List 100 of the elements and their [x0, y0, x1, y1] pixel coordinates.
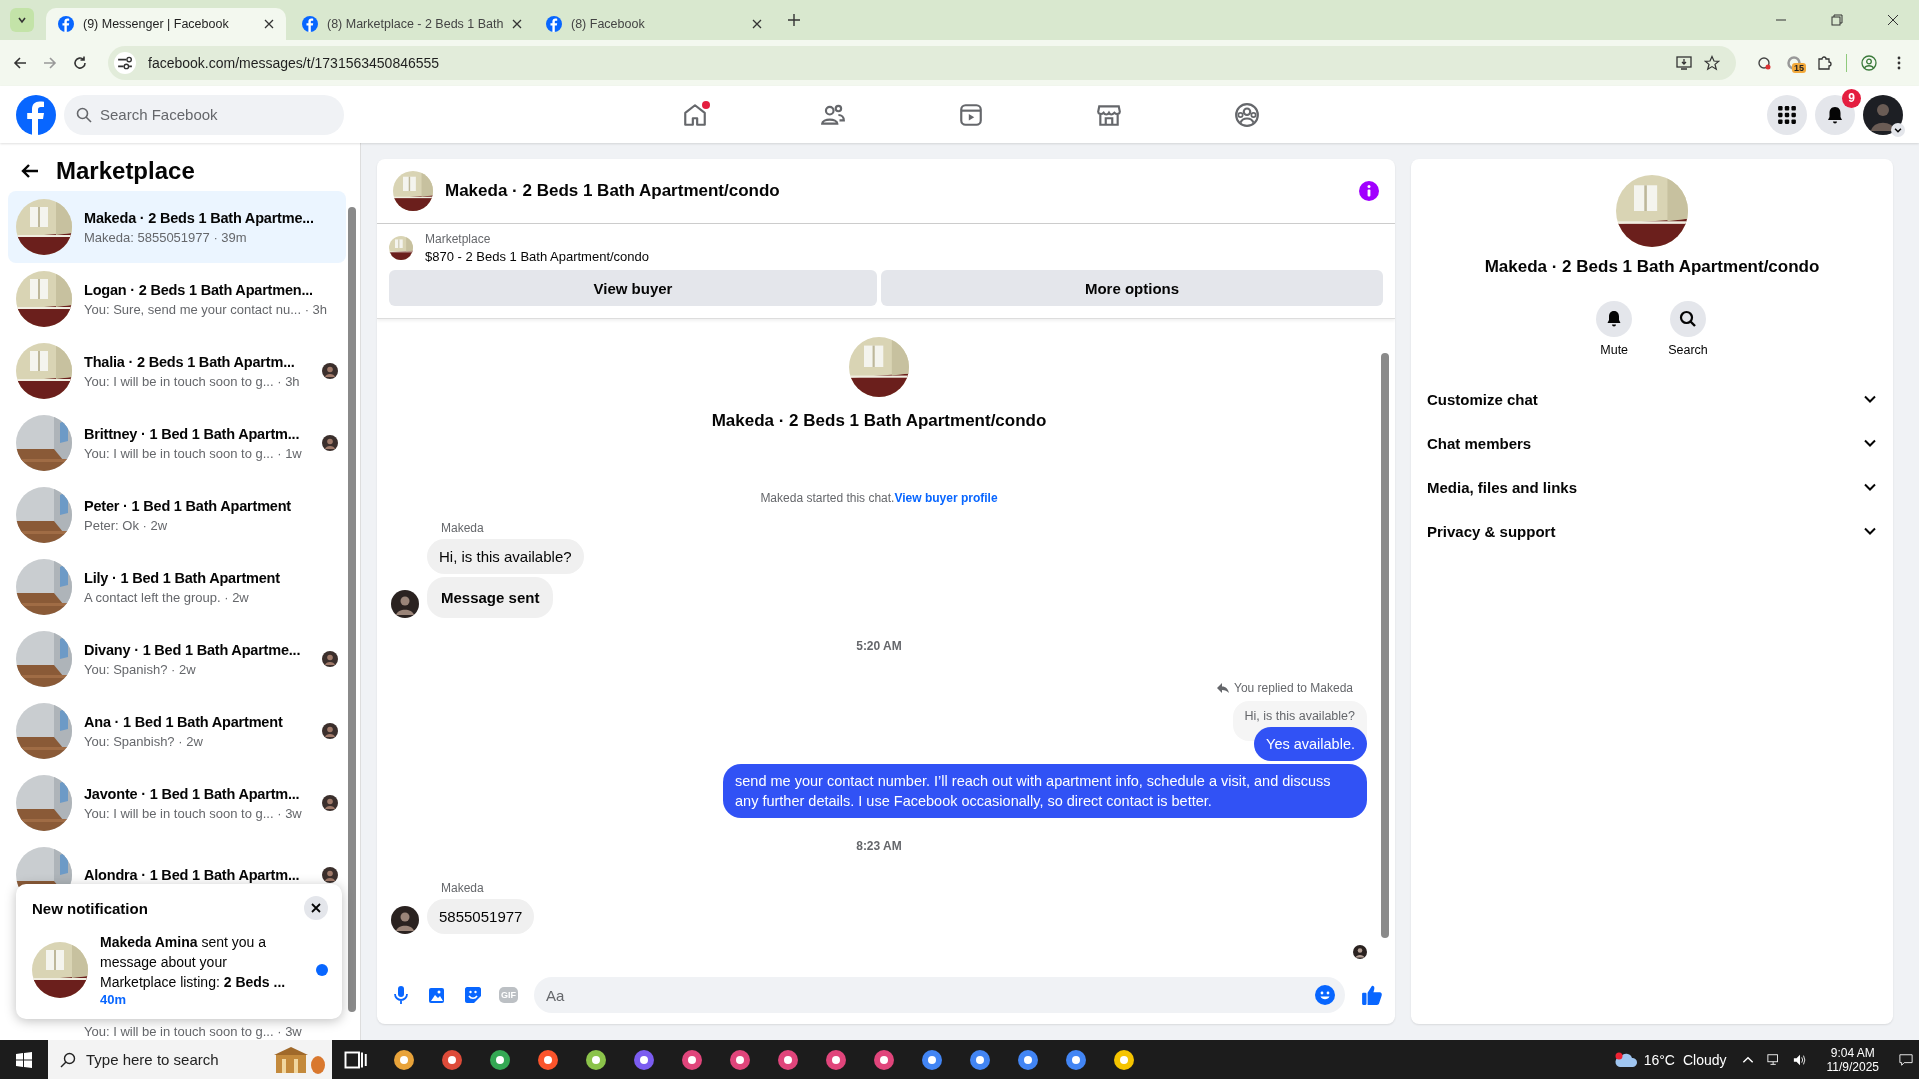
message-preview: You: I will be in touch soon to g... · 3w: [84, 805, 303, 821]
action-button[interactable]: View buyer: [389, 270, 877, 306]
reply-icon: [1216, 682, 1230, 694]
collapsible-section[interactable]: Customize chat: [1427, 377, 1877, 421]
bookmark-star-icon[interactable]: [1704, 55, 1720, 71]
view-profile-link[interactable]: View buyer profile: [894, 491, 998, 505]
volume-icon[interactable]: [1792, 1052, 1807, 1067]
collapsible-section[interactable]: Chat members: [1427, 421, 1877, 465]
collapsible-section[interactable]: Media, files and links: [1427, 465, 1877, 509]
chat-action[interactable]: Mute: [1596, 301, 1633, 357]
close-icon[interactable]: [752, 19, 762, 29]
close-icon[interactable]: [264, 19, 274, 29]
app-icon[interactable]: [632, 1047, 656, 1072]
video-icon: [958, 101, 984, 128]
conversation-title: Javonte · 1 Bed 1 Bath Apartm...: [84, 785, 301, 802]
avatar[interactable]: [1863, 94, 1903, 135]
conversation-title: Peter · 1 Bed 1 Bath Apartment: [84, 497, 292, 514]
extension-icon[interactable]: [1786, 55, 1802, 71]
notification-title: New notification: [32, 899, 148, 917]
address-bar[interactable]: facebook.com/messages/t/1731563450846555: [108, 46, 1736, 80]
browser-tab[interactable]: (8) Facebook: [534, 8, 774, 40]
back-icon[interactable]: [12, 55, 28, 71]
forward-icon[interactable]: [42, 55, 58, 71]
conversation-item[interactable]: Ana · 1 Bed 1 Bath Apartment You: Spanbish? · 2w: [8, 695, 346, 767]
network-icon[interactable]: [1766, 1052, 1781, 1067]
conversation-item[interactable]: Divany · 1 Bed 1 Bath Apartme... You: Spanish? · 2w: [8, 623, 346, 695]
scrollbar[interactable]: [1381, 353, 1389, 938]
app-icon[interactable]: [536, 1047, 560, 1072]
chat-title: Makeda · 2 Beds 1 Bath Apartment/condo: [445, 181, 780, 201]
message-preview: You: I will be in touch soon to g... · 1w: [84, 445, 303, 461]
sidebar-title: Marketplace: [56, 157, 195, 185]
reload-icon[interactable]: [72, 55, 88, 71]
extension-icon[interactable]: [1756, 55, 1772, 71]
sticker-icon[interactable]: [463, 985, 483, 1005]
message-preview: A contact left the group. · 2w: [84, 589, 250, 605]
app-icon[interactable]: [488, 1047, 512, 1072]
app-icon[interactable]: [1016, 1047, 1040, 1072]
message-preview: You: I will be in touch soon to g... · 3h: [84, 373, 301, 389]
app-icon[interactable]: [1064, 1047, 1088, 1072]
app-icon[interactable]: [872, 1047, 896, 1072]
emoji-icon[interactable]: [1315, 985, 1335, 1005]
new-tab-icon[interactable]: [788, 14, 800, 26]
facebook-logo-icon: [58, 16, 74, 32]
bell-icon: [1825, 104, 1845, 125]
info-icon[interactable]: [1359, 181, 1379, 201]
close-icon[interactable]: [304, 896, 328, 920]
conversation-item[interactable]: Makeda · 2 Beds 1 Bath Apartme... Makeda: 5855051977 · 39m: [8, 191, 346, 263]
collapsible-section[interactable]: Privacy & support: [1427, 509, 1877, 553]
seen-avatar: [1353, 945, 1367, 959]
conversation-item[interactable]: Thalia · 2 Beds 1 Bath Apartm... You: I will be in touch soon to g... · 3h: [8, 335, 346, 407]
puzzle-icon[interactable]: [1816, 55, 1832, 71]
chat-intro-title: Makeda · 2 Beds 1 Bath Apartment/condo: [711, 411, 1047, 431]
facebook-logo-icon[interactable]: [16, 94, 56, 135]
app-icon[interactable]: [680, 1047, 704, 1072]
site-settings-icon[interactable]: [114, 52, 136, 74]
windows-start-icon[interactable]: [16, 1051, 32, 1068]
conversation-title: Ana · 1 Bed 1 Bath Apartment: [84, 713, 284, 730]
app-icon[interactable]: [920, 1047, 944, 1072]
conversation-item[interactable]: Logan · 2 Beds 1 Bath Apartmen... You: Sure, send me your contact nu... · 3h: [8, 263, 346, 335]
listing-label: Marketplace: [425, 232, 492, 246]
conversation-item[interactable]: Javonte · 1 Bed 1 Bath Apartm... You: I will be in touch soon to g... · 3w: [8, 767, 346, 839]
browser-tab[interactable]: (8) Marketplace - 2 Beds 1 Bath: [290, 8, 530, 40]
app-icon[interactable]: [824, 1047, 848, 1072]
app-icon[interactable]: [968, 1047, 992, 1072]
close-icon[interactable]: [1887, 14, 1899, 26]
search-field[interactable]: Search Facebook: [64, 94, 344, 135]
conversation-title: Alondra · 1 Bed 1 Bath Apartm...: [84, 867, 301, 883]
profile-icon[interactable]: [1861, 55, 1877, 71]
caret-icon[interactable]: [1891, 122, 1905, 137]
image-icon[interactable]: [427, 985, 447, 1005]
home-icon: [682, 101, 708, 128]
facebook-logo-icon: [302, 16, 318, 32]
menu-button[interactable]: [1767, 94, 1807, 135]
notifications-button[interactable]: [1815, 94, 1855, 135]
restore-icon[interactable]: [1831, 14, 1843, 26]
chat-action[interactable]: Search: [1668, 301, 1708, 357]
microphone-icon[interactable]: [391, 985, 411, 1005]
thumbs-up-icon[interactable]: [1361, 984, 1383, 1006]
app-icon[interactable]: [1112, 1047, 1136, 1072]
scrollbar[interactable]: [348, 207, 356, 1012]
message-bubble: send me your contact number. I’ll reach out with apartment info, schedule a visit, and discuss any further details. I use Facebook occasionally, so direct contact is better.: [723, 764, 1367, 818]
app-icon[interactable]: [440, 1047, 464, 1072]
temperature: 16°C: [1643, 1051, 1675, 1068]
bell-icon: [1596, 301, 1633, 337]
app-icon[interactable]: [728, 1047, 752, 1072]
app-icon[interactable]: [584, 1047, 608, 1072]
sender-name: Makeda: [441, 521, 484, 535]
conversation-item[interactable]: Peter · 1 Bed 1 Bath Apartment Peter: Ok · 2w: [8, 479, 346, 551]
notification-center-icon[interactable]: [1899, 1052, 1913, 1067]
taskbar-search-field[interactable]: Type here to search: [48, 1040, 332, 1079]
install-icon[interactable]: [1676, 55, 1692, 71]
action-button[interactable]: More options: [881, 270, 1383, 306]
app-icon[interactable]: [392, 1047, 416, 1072]
close-icon[interactable]: [512, 19, 523, 29]
browser-tab[interactable]: (9) Messenger | Facebook: [46, 8, 286, 40]
conversation-item[interactable]: Brittney · 1 Bed 1 Bath Apartm... You: I will be in touch soon to g... · 1w: [8, 407, 346, 479]
tab-list-button[interactable]: [10, 8, 34, 32]
message-field[interactable]: Aa: [534, 977, 1345, 1013]
app-icon[interactable]: [776, 1047, 800, 1072]
conversation-item[interactable]: Lily · 1 Bed 1 Bath Apartment A contact left the group. · 2w: [8, 551, 346, 623]
